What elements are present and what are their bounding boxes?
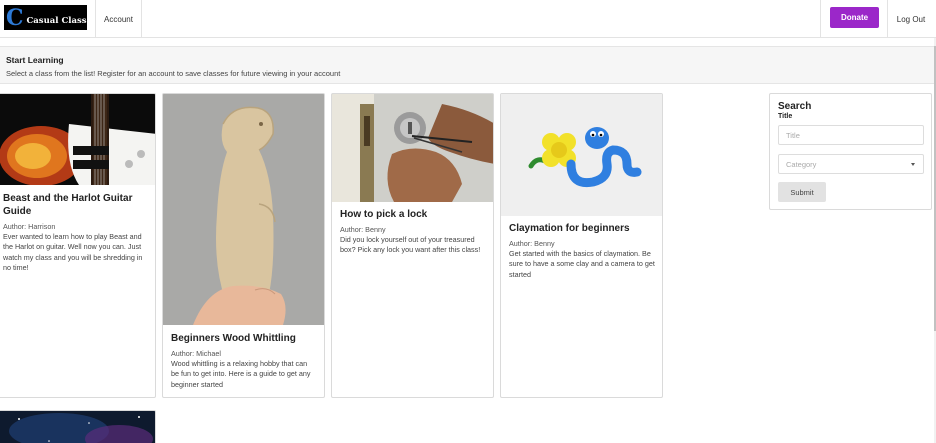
site-logo[interactable]: C Casual Class [4,5,87,30]
class-card[interactable] [0,410,156,443]
class-image-lock-picking[interactable] [332,94,493,202]
banner-subtitle: Select a class from the list! Register f… [6,69,341,78]
class-title[interactable]: Beginners Wood Whittling [171,332,319,345]
donate-wrapper: Donate [820,0,888,38]
class-image-clay-figures[interactable] [501,94,662,216]
class-author: Author: Benny [509,239,555,248]
title-search-input[interactable]: Title [778,125,924,145]
class-description: Wood whittling is a relaxing hobby that … [171,359,311,389]
submit-button[interactable]: Submit [778,182,826,202]
class-author: Author: Benny [340,225,386,234]
category-placeholder: Category [786,159,817,169]
class-card[interactable]: How to pick a lock Author: Benny Did you… [331,93,494,398]
donate-button[interactable]: Donate [830,7,879,28]
class-author: Author: Harrison [3,222,56,231]
logo-text: Casual Class [26,15,87,26]
class-image-guitar[interactable] [0,94,155,186]
class-description: Did you lock yourself out of your treasu… [340,235,481,255]
class-description: Ever wanted to learn how to play Beast a… [3,232,143,273]
banner-title: Start Learning [6,55,64,65]
navbar: C Casual Class Account Donate Log Out [0,0,936,38]
class-card[interactable]: Beginners Wood Whittling Author: Michael… [162,93,325,398]
nav-account-link[interactable]: Account [95,0,142,38]
class-title[interactable]: Beast and the Harlot Guitar Guide [3,192,143,218]
class-title[interactable]: How to pick a lock [340,208,488,221]
class-card[interactable]: Claymation for beginners Author: Benny G… [500,93,663,398]
class-description: Get started with the basics of claymatio… [509,249,655,279]
class-card[interactable]: Beast and the Harlot Guitar Guide Author… [0,93,156,398]
class-image-space-nebula[interactable] [0,411,155,443]
logo-letter: C [6,4,24,31]
logout-link[interactable]: Log Out [889,0,933,38]
class-image-wood-carving[interactable] [163,94,324,325]
search-panel: Search Title Title Category Submit [769,93,932,210]
search-heading: Search [778,101,812,112]
class-author: Author: Michael [171,349,221,358]
start-learning-banner: Start Learning Select a class from the l… [0,46,934,84]
class-title[interactable]: Claymation for beginners [509,222,657,235]
title-label: Title [778,113,793,120]
category-select[interactable]: Category [778,154,924,174]
chevron-down-icon [911,163,915,166]
